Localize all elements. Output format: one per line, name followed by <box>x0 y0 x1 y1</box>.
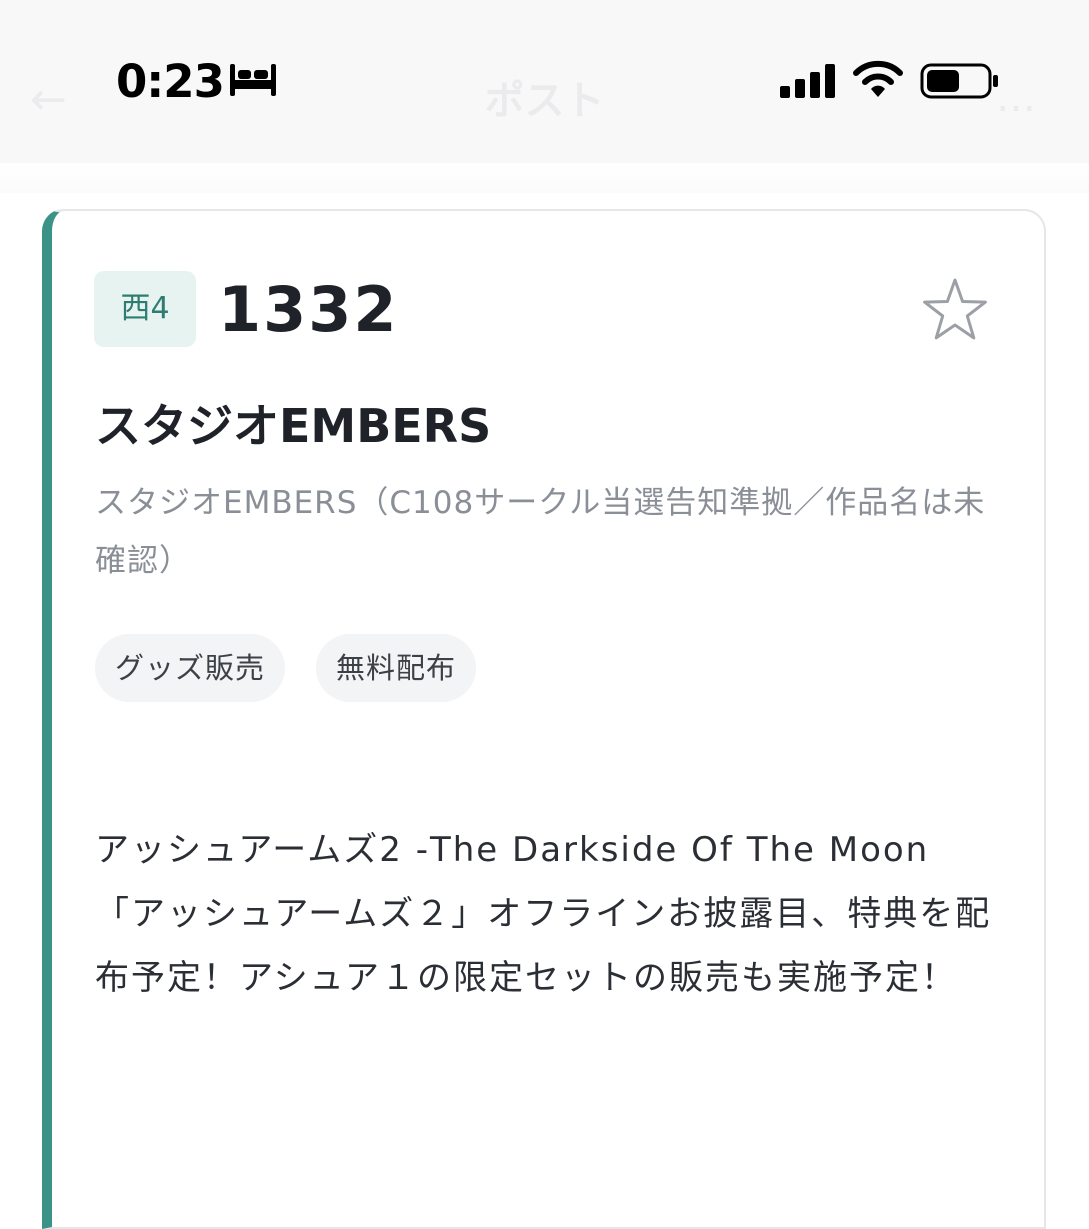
circle-name: スタジオEMBERS <box>95 399 492 453</box>
space-number: 1332 <box>218 273 399 346</box>
more-button[interactable]: … <box>996 76 1036 120</box>
status-time: 0:23 <box>116 55 225 108</box>
battery-icon <box>920 63 998 99</box>
hall-badge: 西4 <box>94 271 196 347</box>
circle-card[interactable] <box>42 209 1046 1229</box>
circle-note: スタジオEMBERS（C108サークル当選告知準拠／作品名は未確認） <box>95 485 986 579</box>
top-bar: ← ポスト … 0:23 <box>0 0 1089 163</box>
header-separator <box>0 163 1089 193</box>
tag-goods-sale[interactable]: グッズ販売 <box>95 634 286 702</box>
favorite-star-icon[interactable] <box>922 277 988 341</box>
wifi-icon <box>853 60 903 97</box>
signal-icon <box>780 64 835 98</box>
circle-description: アッシュアームズ2 -The Darkside Of The Moon 「アッシ… <box>95 830 992 998</box>
bed-icon <box>230 64 276 96</box>
tag-free-distribution[interactable]: 無料配布 <box>316 634 477 702</box>
